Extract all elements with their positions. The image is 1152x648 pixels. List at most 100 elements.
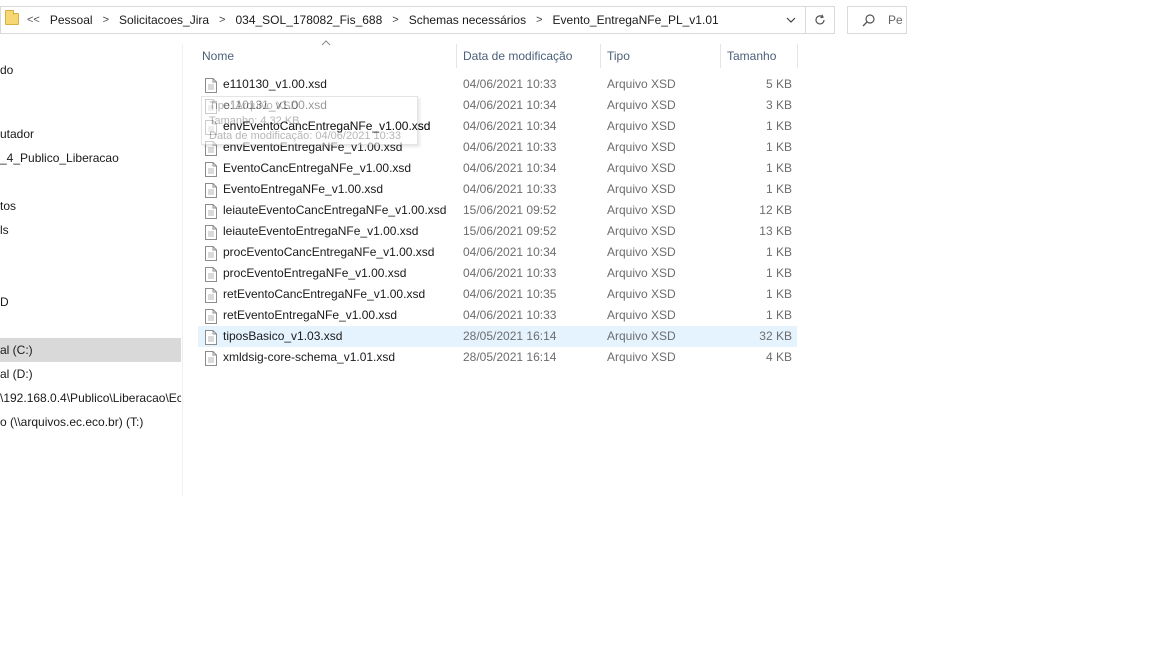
file-row[interactable]: leiauteEventoCancEntregaNFe_v1.00.xsd 15/… xyxy=(198,200,797,221)
folder-icon xyxy=(5,10,19,25)
nav-item[interactable]: _4_Publico_Liberacao xyxy=(0,146,181,170)
file-date: 04/06/2021 10:33 xyxy=(463,308,557,322)
file-name: xmldsig-core-schema_v1.01.xsd xyxy=(223,350,396,364)
file-date: 04/06/2021 10:34 xyxy=(463,161,557,175)
file-type: Arquivo XSD xyxy=(607,182,676,196)
file-date: 15/06/2021 09:52 xyxy=(463,224,557,238)
column-divider[interactable] xyxy=(720,44,721,68)
file-name: EventoCancEntregaNFe_v1.00.xsd xyxy=(223,161,412,175)
file-date: 04/06/2021 10:34 xyxy=(463,98,557,112)
file-size: 1 KB xyxy=(765,161,792,175)
file-size: 1 KB xyxy=(765,182,792,196)
chevron-right-icon[interactable]: > xyxy=(219,14,225,26)
search-box[interactable]: Pe xyxy=(847,6,907,34)
column-header-name[interactable]: Nome xyxy=(202,44,234,68)
file-row[interactable]: tiposBasico_v1.03.xsd 28/05/2021 16:14 Arq… xyxy=(198,326,797,347)
refresh-button[interactable] xyxy=(806,6,835,34)
breadcrumb: << Pessoal > Solicitacoes_Jira >034_SOL_1780… xyxy=(25,7,719,33)
column-header-type[interactable]: Tipo xyxy=(607,44,630,68)
file-type: Arquivo XSD xyxy=(607,266,676,280)
file-date: 04/06/2021 10:34 xyxy=(463,245,557,259)
breadcrumb-item[interactable]: 034_SOL_178082_Fis_688 xyxy=(235,13,382,27)
file-icon xyxy=(205,246,217,261)
file-name: EventoEntregaNFe_v1.00.xsd xyxy=(223,182,384,196)
file-icon xyxy=(205,267,217,282)
chevron-down-icon[interactable] xyxy=(781,7,801,33)
file-row[interactable]: e110130_v1.00.xsd 04/06/2021 10:33 Arquivo… xyxy=(198,74,797,95)
file-date: 04/06/2021 10:35 xyxy=(463,287,557,301)
address-bar[interactable]: << Pessoal > Solicitacoes_Jira >034_SOL_1780… xyxy=(0,6,806,34)
breadcrumb-overflow-icon[interactable]: << xyxy=(27,14,40,26)
file-type: Arquivo XSD xyxy=(607,77,676,91)
file-name: e110130_v1.00.xsd xyxy=(223,77,327,91)
file-type: Arquivo XSD xyxy=(607,329,676,343)
file-row[interactable]: xmldsig-core-schema_v1.01.xsd 28/05/2021 … xyxy=(198,347,797,368)
file-type: Arquivo XSD xyxy=(607,224,676,238)
pane-divider[interactable] xyxy=(182,44,183,496)
breadcrumb-item[interactable]: Solicitacoes_Jira xyxy=(119,13,209,27)
tooltip-type: Tipo: Arquivo XSD xyxy=(209,100,299,112)
drag-ghost-label: envEventoCancEntregaNFe_v1.00.xsd xyxy=(223,119,431,133)
column-header-size[interactable]: Tamanho xyxy=(727,44,776,68)
file-icon xyxy=(205,162,217,177)
file-name: retEventoEntregaNFe_v1.00.xsd xyxy=(223,308,398,322)
chevron-right-icon[interactable]: > xyxy=(392,14,398,26)
file-type: Arquivo XSD xyxy=(607,161,676,175)
search-icon xyxy=(862,14,875,27)
nav-item[interactable]: al (D:) xyxy=(0,362,181,386)
file-name: procEventoCancEntregaNFe_v1.00.xsd xyxy=(223,245,435,259)
file-icon xyxy=(205,351,217,366)
nav-item[interactable]: o (\\arquivos.ec.eco.br) (T:) xyxy=(0,410,181,434)
file-size: 1 KB xyxy=(765,308,792,322)
file-row[interactable]: retEventoCancEntregaNFe_v1.00.xsd 04/06/2… xyxy=(198,284,797,305)
nav-item[interactable]: al (C:) xyxy=(0,338,181,362)
chevron-right-icon[interactable]: > xyxy=(103,14,109,26)
file-date: 28/05/2021 16:14 xyxy=(463,350,557,364)
file-type: Arquivo XSD xyxy=(607,119,676,133)
column-divider[interactable] xyxy=(456,44,457,68)
file-row[interactable]: EventoCancEntregaNFe_v1.00.xsd 04/06/2021… xyxy=(198,158,797,179)
file-size: 1 KB xyxy=(765,245,792,259)
file-icon xyxy=(205,183,217,198)
breadcrumb-item[interactable]: Evento_EntregaNFe_PL_v1.01 xyxy=(553,13,719,27)
nav-item[interactable]: utador xyxy=(0,122,181,146)
refresh-icon xyxy=(815,14,825,25)
column-header-date[interactable]: Data de modificação xyxy=(463,44,572,68)
column-divider[interactable] xyxy=(600,44,601,68)
file-row[interactable]: retEventoEntregaNFe_v1.00.xsd 04/06/2021 … xyxy=(198,305,797,326)
file-row[interactable]: EventoEntregaNFe_v1.00.xsd 04/06/2021 10:… xyxy=(198,179,797,200)
chevron-right-icon[interactable]: > xyxy=(536,14,542,26)
file-icon xyxy=(205,225,217,240)
nav-item[interactable]: D xyxy=(0,290,181,314)
file-size: 3 KB xyxy=(765,98,792,112)
file-type: Arquivo XSD xyxy=(607,245,676,259)
nav-item[interactable]: \192.168.0.4\Publico\Liberacao\Eco xyxy=(0,386,181,410)
file-row[interactable]: procEventoEntregaNFe_v1.00.xsd 04/06/2021… xyxy=(198,263,797,284)
file-row[interactable]: procEventoCancEntregaNFe_v1.00.xsd 04/06/… xyxy=(198,242,797,263)
file-icon xyxy=(205,330,217,345)
file-row[interactable]: leiauteEventoEntregaNFe_v1.00.xsd 15/06/2… xyxy=(198,221,797,242)
file-date: 04/06/2021 10:33 xyxy=(463,182,557,196)
breadcrumb-item[interactable]: Schemas necessários xyxy=(409,13,526,27)
file-icon xyxy=(205,204,217,219)
column-divider[interactable] xyxy=(797,44,798,68)
file-type: Arquivo XSD xyxy=(607,287,676,301)
file-size: 5 KB xyxy=(765,77,792,91)
file-type: Arquivo XSD xyxy=(607,203,676,217)
breadcrumb-item[interactable]: Pessoal xyxy=(50,13,93,27)
file-date: 04/06/2021 10:34 xyxy=(463,119,557,133)
search-placeholder: Pe xyxy=(888,13,903,27)
file-size: 4 KB xyxy=(765,350,792,364)
file-date: 04/06/2021 10:33 xyxy=(463,140,557,154)
file-icon xyxy=(205,288,217,303)
file-date: 04/06/2021 10:33 xyxy=(463,77,557,91)
file-size: 1 KB xyxy=(765,119,792,133)
nav-item[interactable]: do xyxy=(0,58,181,82)
file-type: Arquivo XSD xyxy=(607,98,676,112)
nav-item[interactable]: ls xyxy=(0,218,181,242)
nav-item[interactable]: tos xyxy=(0,194,181,218)
file-size: 1 KB xyxy=(765,266,792,280)
file-date: 15/06/2021 09:52 xyxy=(463,203,557,217)
file-name: leiauteEventoEntregaNFe_v1.00.xsd xyxy=(223,224,419,238)
file-icon xyxy=(205,78,217,93)
